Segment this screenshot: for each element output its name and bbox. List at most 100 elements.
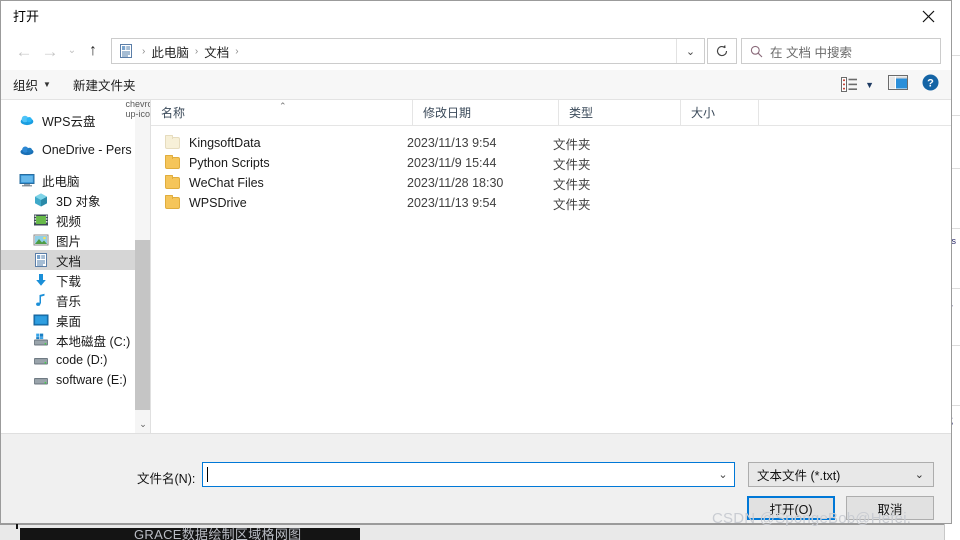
breadcrumb-separator: › [235, 45, 239, 57]
file-type: 文件夹 [553, 197, 591, 212]
filename-input[interactable]: ⌄ [202, 462, 735, 487]
column-header-date[interactable]: 修改日期 [413, 100, 559, 125]
sidebar-item-label: software (E:) [56, 373, 127, 387]
this-pc-icon [19, 172, 35, 188]
column-headers: 名称 ⌃ 修改日期 类型 大小 [151, 100, 951, 126]
chevron-down-icon: ⌄ [914, 469, 924, 481]
table-row[interactable]: KingsoftData 2023/11/13 9:54 文件夹 [151, 133, 951, 153]
sidebar-item-label: 下载 [56, 274, 82, 289]
drive-icon [33, 372, 49, 388]
refresh-button[interactable] [707, 38, 737, 64]
sidebar-item-wps-cloud[interactable]: WPS云盘 [1, 110, 135, 130]
organize-label: 组织 [13, 79, 39, 93]
file-date: 2023/11/28 18:30 [407, 176, 504, 190]
folder-icon [165, 175, 181, 191]
sidebar-scrollbar[interactable]: chevron-up-icon ⌄ [126, 100, 152, 433]
sidebar-item-code-d[interactable]: code (D:) [1, 350, 135, 370]
dialog-titlebar: 打开 [1, 1, 951, 32]
folder-icon [165, 135, 181, 151]
3d-objects-icon [33, 192, 49, 208]
new-folder-button[interactable]: 新建文件夹 [73, 75, 136, 94]
column-header-label: 类型 [569, 106, 594, 120]
up-arrow-icon: ↑ [89, 42, 97, 59]
recent-locations-button[interactable]: ⌄ [63, 38, 81, 64]
breadcrumb-item-this-pc[interactable]: 此电脑 [151, 42, 189, 61]
new-folder-label: 新建文件夹 [72, 79, 136, 93]
sidebar-item-software-e[interactable]: software (E:) [1, 370, 135, 390]
sidebar-item-3d-objects[interactable]: 3D 对象 [1, 190, 135, 210]
breadcrumb-separator: › [194, 45, 199, 57]
open-button[interactable]: 打开(O) [747, 496, 835, 520]
file-date: 2023/11/9 15:44 [407, 156, 497, 170]
scrollbar-thumb[interactable] [135, 240, 151, 410]
sidebar-item-label: 图片 [56, 234, 82, 249]
search-icon [750, 45, 763, 57]
sidebar-item-local-disk-c[interactable]: 本地磁盘 (C:) [1, 330, 135, 350]
sidebar-item-this-pc[interactable]: 此电脑 [1, 170, 135, 190]
sidebar-item-music[interactable]: 音乐 [1, 290, 135, 310]
view-options-button[interactable]: ▼ [841, 77, 874, 92]
cancel-button[interactable]: 取消 [846, 496, 934, 520]
file-list[interactable]: KingsoftData 2023/11/13 9:54 文件夹 Python … [151, 126, 951, 433]
address-dropdown-button[interactable]: ⌄ [676, 39, 704, 63]
table-row[interactable]: WeChat Files 2023/11/28 18:30 文件夹 [151, 173, 951, 193]
navigation-sidebar: WPS云盘 OneDrive - Pers 此电脑 3D 对象 视频 图片 文档… [1, 100, 151, 433]
sidebar-item-pictures[interactable]: 图片 [1, 230, 135, 250]
back-arrow-icon: ← [15, 41, 33, 61]
music-icon [33, 292, 49, 308]
up-button[interactable]: ↑ [81, 38, 105, 64]
sidebar-item-documents[interactable]: 文档 [1, 250, 135, 270]
back-button[interactable]: ← [11, 38, 37, 64]
search-input[interactable]: 在 文档 中搜索 [741, 38, 941, 64]
forward-button[interactable]: → [37, 38, 63, 64]
open-file-dialog: 打开 ← → ⌄ ↑ › 此电脑 › 文档 › ⌄ 在 文档 中搜索 组织 ▼ … [0, 0, 952, 524]
sort-ascending-icon: ⌃ [279, 101, 287, 111]
filetype-value: 文本文件 (*.txt) [757, 469, 841, 483]
preview-pane-button[interactable] [888, 74, 908, 95]
desktop-icon [33, 312, 49, 328]
file-name: KingsoftData [189, 136, 261, 150]
sidebar-item-label: 本地磁盘 (C:) [56, 334, 131, 349]
sidebar-item-downloads[interactable]: 下载 [1, 270, 135, 290]
address-bar[interactable]: › 此电脑 › 文档 › ⌄ [111, 38, 705, 64]
sidebar-item-videos[interactable]: 视频 [1, 210, 135, 230]
column-header-size[interactable]: 大小 [681, 100, 759, 125]
sidebar-item-label: 此电脑 [42, 174, 80, 189]
file-list-pane: 名称 ⌃ 修改日期 类型 大小 KingsoftData 2023/11/13 … [151, 100, 951, 433]
column-header-name[interactable]: 名称 ⌃ [151, 100, 413, 125]
breadcrumb-item-documents[interactable]: 文档 [204, 42, 229, 61]
scroll-up-button[interactable]: chevron-up-icon [126, 100, 152, 119]
close-icon [922, 10, 934, 23]
dialog-body: WPS云盘 OneDrive - Pers 此电脑 3D 对象 视频 图片 文档… [1, 100, 951, 433]
file-name: WPSDrive [189, 196, 247, 210]
dialog-title: 打开 [13, 9, 40, 24]
file-type: 文件夹 [553, 157, 591, 172]
sidebar-item-onedrive[interactable]: OneDrive - Pers [1, 140, 135, 160]
svg-text:?: ? [927, 77, 934, 89]
column-header-label: 修改日期 [423, 106, 472, 120]
local-disk-icon [33, 332, 49, 348]
file-name: Python Scripts [189, 156, 270, 170]
sidebar-item-label: 文档 [56, 254, 82, 269]
file-date: 2023/11/13 9:54 [407, 196, 497, 210]
sidebar-item-label: WPS云盘 [42, 114, 96, 129]
filename-dropdown-button[interactable]: ⌄ [712, 463, 734, 486]
sidebar-item-desktop[interactable]: 桌面 [1, 310, 135, 330]
help-icon: ? [922, 74, 939, 90]
column-header-type[interactable]: 类型 [559, 100, 681, 125]
background-caption: GRACE数据绘制区域格网图 [134, 527, 302, 540]
filename-label: 文件名(N): [137, 472, 196, 486]
sidebar-item-label: 桌面 [56, 314, 82, 329]
filetype-select[interactable]: 文本文件 (*.txt) ⌄ [748, 462, 934, 487]
close-button[interactable] [905, 1, 951, 32]
sidebar-item-label: 3D 对象 [56, 194, 101, 209]
search-placeholder: 在 文档 中搜索 [770, 45, 852, 60]
folder-icon [165, 155, 181, 171]
organize-button[interactable]: 组织 ▼ [13, 75, 51, 94]
help-button[interactable]: ? [922, 74, 939, 96]
table-row[interactable]: Python Scripts 2023/11/9 15:44 文件夹 [151, 153, 951, 173]
scroll-down-button[interactable]: ⌄ [135, 416, 151, 433]
table-row[interactable]: WPSDrive 2023/11/13 9:54 文件夹 [151, 193, 951, 213]
